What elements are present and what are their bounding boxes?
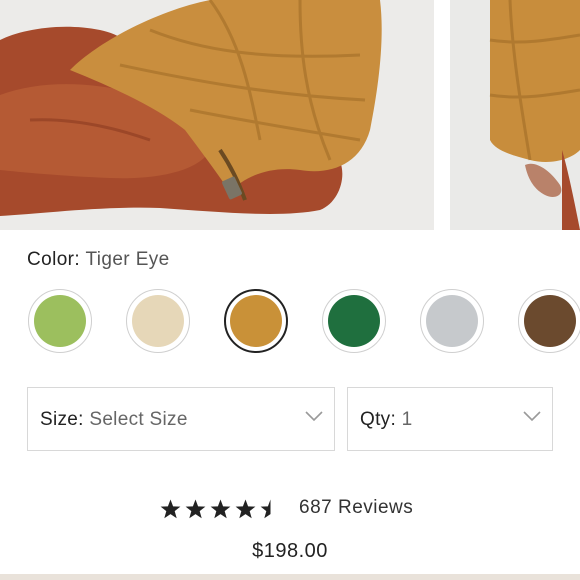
color-swatch-tiger-eye[interactable] bbox=[224, 289, 288, 353]
star-full-icon bbox=[235, 499, 256, 519]
color-swatches bbox=[0, 286, 580, 358]
color-label: Color: Tiger Eye bbox=[27, 249, 170, 271]
color-swatch-grey[interactable] bbox=[420, 289, 484, 353]
rating-stars bbox=[160, 499, 271, 519]
stars-group bbox=[160, 499, 271, 519]
product-photo-main[interactable] bbox=[0, 0, 434, 230]
size-select-label: Size: Select Size bbox=[40, 409, 188, 431]
product-photo-next-image bbox=[450, 0, 580, 230]
color-swatch-green[interactable] bbox=[28, 289, 92, 353]
color-swatch-cream[interactable] bbox=[126, 289, 190, 353]
star-full-icon bbox=[160, 499, 181, 519]
size-select[interactable]: Size: Select Size bbox=[27, 387, 335, 451]
product-photo-next[interactable] bbox=[450, 0, 580, 230]
product-image-gallery[interactable] bbox=[0, 0, 580, 230]
size-select-key: Size: bbox=[40, 409, 84, 430]
qty-select-value: 1 bbox=[401, 409, 413, 430]
product-price: $198.00 bbox=[252, 540, 328, 562]
swatch-fill bbox=[426, 295, 478, 347]
swatch-fill bbox=[132, 295, 184, 347]
chevron-down-icon bbox=[305, 411, 323, 422]
qty-select-label: Qty: 1 bbox=[360, 409, 413, 431]
swatch-fill bbox=[524, 295, 576, 347]
star-full-icon bbox=[210, 499, 231, 519]
reviews-link[interactable]: 687 Reviews bbox=[299, 497, 413, 519]
bottom-bar bbox=[0, 574, 580, 580]
star-half-icon bbox=[260, 499, 271, 519]
star-full-icon bbox=[185, 499, 206, 519]
qty-select-key: Qty: bbox=[360, 409, 397, 430]
color-label-key: Color: bbox=[27, 249, 81, 270]
size-select-value: Select Size bbox=[89, 409, 188, 430]
color-swatch-brown[interactable] bbox=[518, 289, 580, 353]
chevron-down-icon bbox=[523, 411, 541, 422]
swatch-fill bbox=[34, 295, 86, 347]
color-selected-name: Tiger Eye bbox=[85, 249, 170, 270]
swatch-fill bbox=[230, 295, 282, 347]
color-swatch-dark-green[interactable] bbox=[322, 289, 386, 353]
product-photo-main-image bbox=[0, 0, 434, 230]
qty-select[interactable]: Qty: 1 bbox=[347, 387, 553, 451]
swatch-fill bbox=[328, 295, 380, 347]
